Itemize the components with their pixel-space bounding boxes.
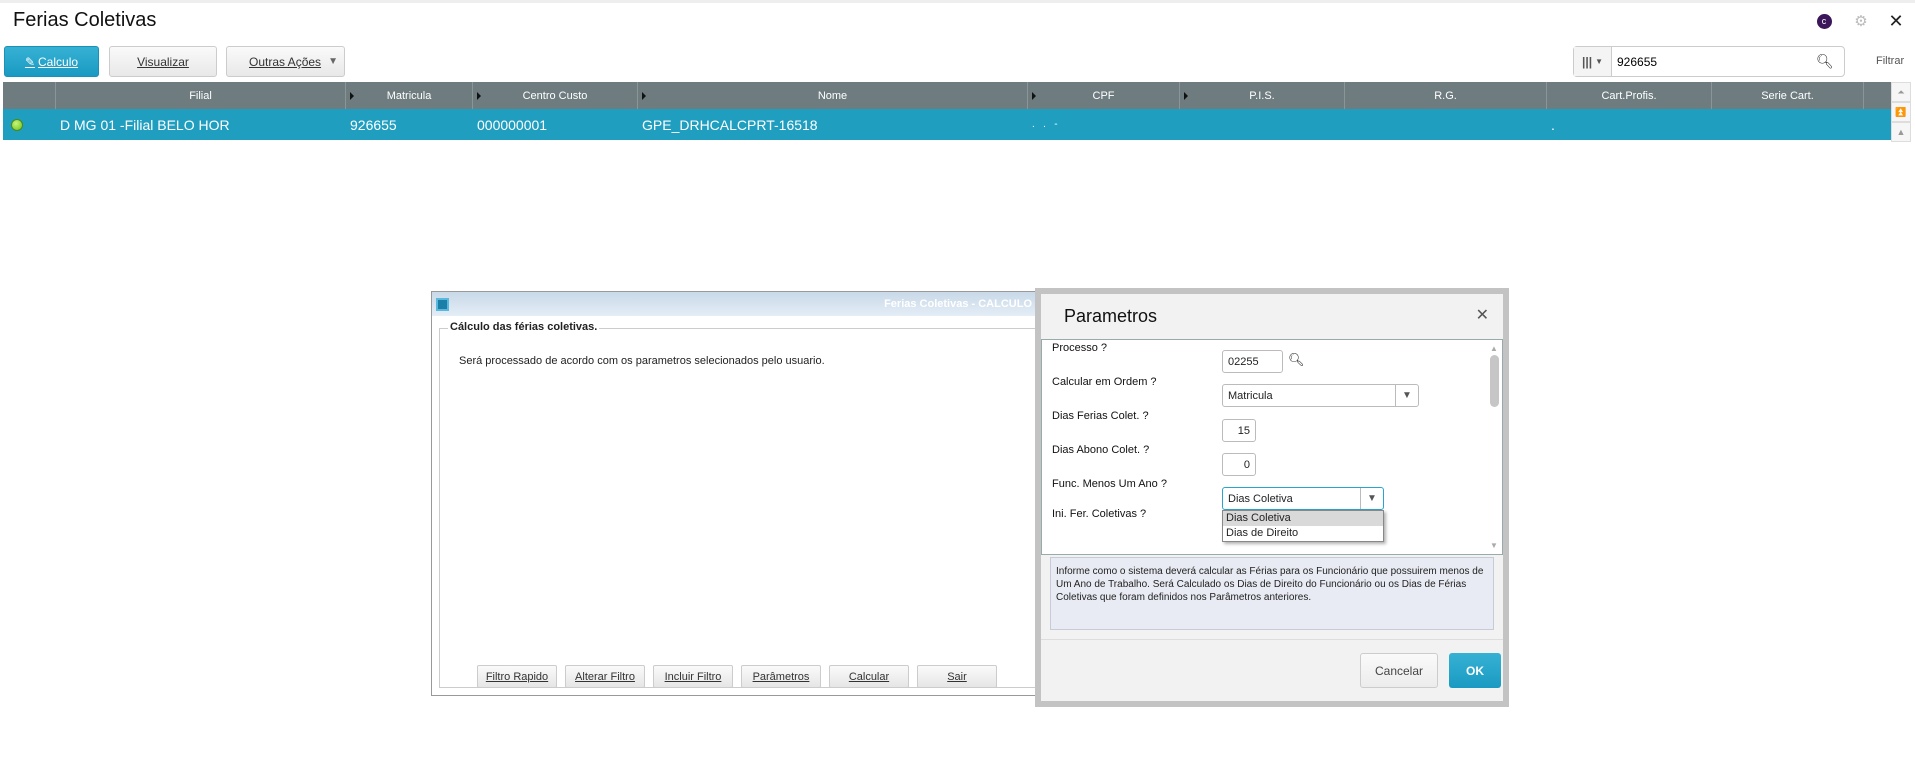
visualizar-button[interactable]: Visualizar xyxy=(109,46,217,77)
filtrar-link[interactable]: Filtrar xyxy=(1876,55,1904,67)
status-icon xyxy=(6,109,46,140)
select-value: Dias Coletiva xyxy=(1228,492,1293,505)
calc-message: Será processado de acordo com os paramet… xyxy=(459,355,825,367)
pencil-icon: ✎ xyxy=(24,54,36,69)
col-label: Centro Custo xyxy=(522,89,588,102)
parametros-dialog: Parametros ✕ Processo ? 02255 🔍︎ Calcular… xyxy=(1035,288,1509,707)
sort-icon xyxy=(1184,92,1188,100)
cell-cpf: . . - xyxy=(1032,119,1058,130)
close-icon[interactable]: ✕ xyxy=(1476,305,1489,325)
cancel-button[interactable]: Cancelar xyxy=(1360,653,1438,688)
col-label: Matricula xyxy=(386,89,432,102)
cell-nome: GPE_DRHCALCPRT-16518 xyxy=(642,116,818,133)
calc-titlebar: Ferias Coletivas - CALCULO xyxy=(432,292,1036,316)
option-dias-de-direito[interactable]: Dias de Direito xyxy=(1223,526,1383,541)
dias-ferias-input[interactable]: 15 xyxy=(1222,419,1256,442)
help-text: Informe como o sistema deverá calcular a… xyxy=(1050,557,1494,630)
close-icon[interactable]: ✕ xyxy=(1887,11,1905,31)
params-form: Processo ? 02255 🔍︎ Calcular em Ordem ? … xyxy=(1041,339,1503,555)
scroll-thumb[interactable] xyxy=(1489,355,1499,407)
incluir-filtro-button[interactable]: Incluir Filtro xyxy=(653,665,733,688)
chevron-down-icon: ▼ xyxy=(328,56,338,67)
columns-selector[interactable]: ||| ▼ xyxy=(1574,47,1612,76)
col-empty xyxy=(1863,82,1891,109)
calculo-button[interactable]: ✎ Calculo xyxy=(4,46,99,77)
grid-scrollbar[interactable]: ⏶ ⏫ ▲ xyxy=(1891,82,1911,144)
filtro-rapido-button[interactable]: Filtro Rapido xyxy=(477,665,557,688)
gear-icon[interactable]: ⚙ xyxy=(1852,12,1870,30)
dropdown-list: Dias Coletiva Dias de Direito xyxy=(1222,510,1384,542)
user-avatar-icon[interactable]: c xyxy=(1815,12,1833,30)
group-label: Cálculo das férias coletivas. xyxy=(448,321,600,333)
dialog-title: Parametros xyxy=(1064,305,1158,326)
window-icon xyxy=(436,297,449,311)
col-label: Serie Cart. xyxy=(1761,89,1814,102)
col-cpf[interactable]: CPF xyxy=(1027,82,1179,109)
chevron-down-icon: ▼ xyxy=(1360,488,1383,509)
func-menos-um-ano-select[interactable]: Dias Coletiva ▼ xyxy=(1222,487,1384,510)
ok-button[interactable]: OK xyxy=(1449,653,1501,688)
field-label: Dias Ferias Colet. ? xyxy=(1052,410,1149,422)
col-rg[interactable]: R.G. xyxy=(1344,82,1546,109)
parametros-button[interactable]: Parâmetros xyxy=(741,665,821,688)
field-label: Processo ? xyxy=(1052,342,1108,354)
ordem-select[interactable]: Matricula ▼ xyxy=(1222,384,1419,407)
col-label: CPF xyxy=(1092,89,1115,102)
col-label: Cart.Profis. xyxy=(1601,89,1657,102)
col-label: Filial xyxy=(189,89,212,102)
col-matricula[interactable]: Matricula xyxy=(345,82,472,109)
processo-input[interactable]: 02255 xyxy=(1222,350,1283,373)
cell-matricula: 926655 xyxy=(350,116,397,133)
select-value: Matricula xyxy=(1228,389,1273,402)
form-scrollbar[interactable]: ▲ ▼ xyxy=(1488,344,1500,550)
alterar-filtro-button[interactable]: Alterar Filtro xyxy=(565,665,645,688)
cell-cart-profis: . xyxy=(1551,116,1555,133)
footer-divider xyxy=(1041,639,1503,640)
option-dias-coletiva[interactable]: Dias Coletiva xyxy=(1223,511,1383,526)
sort-icon xyxy=(1032,92,1036,100)
scroll-up-icon[interactable]: ▲ xyxy=(1891,122,1911,142)
field-label: Ini. Fer. Coletivas ? xyxy=(1052,508,1147,520)
page-title: Ferias Coletivas xyxy=(13,9,157,31)
scroll-page-up-icon[interactable]: ⏫ xyxy=(1891,102,1911,122)
cell-filial: D MG 01 -Filial BELO HOR xyxy=(60,116,230,133)
calculo-label: Calculo xyxy=(38,54,79,69)
dias-abono-input[interactable]: 0 xyxy=(1222,453,1256,476)
sort-icon xyxy=(477,92,481,100)
search-icon[interactable]: 🔍︎ xyxy=(1816,53,1844,70)
col-pis[interactable]: P.I.S. xyxy=(1179,82,1344,109)
search-icon[interactable]: 🔍︎ xyxy=(1288,352,1305,368)
col-serie-cart[interactable]: Serie Cart. xyxy=(1711,82,1863,109)
calc-title: Ferias Coletivas - CALCULO xyxy=(884,298,1032,310)
scroll-up-icon[interactable]: ▲ xyxy=(1488,344,1500,353)
sort-icon xyxy=(642,92,646,100)
scroll-down-icon[interactable]: ▼ xyxy=(1488,541,1500,550)
table-row[interactable]: D MG 01 -Filial BELO HOR 926655 00000000… xyxy=(3,109,1891,140)
chevron-down-icon: ▼ xyxy=(1395,385,1418,406)
grid-header: Filial Matricula Centro Custo Nome CPF P… xyxy=(3,82,1891,109)
search-input[interactable] xyxy=(1612,54,1816,69)
outras-acoes-label: Outras Ações xyxy=(249,54,322,69)
field-label: Calcular em Ordem ? xyxy=(1052,376,1157,388)
col-centro-custo[interactable]: Centro Custo xyxy=(472,82,637,109)
col-label: R.G. xyxy=(1434,89,1457,102)
scroll-top-icon[interactable]: ⏶ xyxy=(1891,82,1911,102)
cell-centro-custo: 000000001 xyxy=(477,116,548,133)
sort-icon xyxy=(350,92,354,100)
col-nome[interactable]: Nome xyxy=(637,82,1027,109)
col-cart-profis[interactable]: Cart.Profis. xyxy=(1546,82,1711,109)
field-label: Dias Abono Colet. ? xyxy=(1052,444,1150,456)
calc-group: Cálculo das férias coletivas. Será proce… xyxy=(439,321,1039,688)
top-strip xyxy=(0,0,1915,3)
outras-acoes-button[interactable]: Outras Ações ▼ xyxy=(226,46,345,77)
calcular-button[interactable]: Calcular xyxy=(829,665,909,688)
search-box: |||▼ 🔍︎ xyxy=(1573,46,1845,77)
col-label: Nome xyxy=(817,89,848,102)
col-filial[interactable]: Filial xyxy=(55,82,345,109)
field-label: Func. Menos Um Ano ? xyxy=(1052,478,1167,490)
col-label: P.I.S. xyxy=(1249,89,1275,102)
calc-window: Ferias Coletivas - CALCULO Cálculo das f… xyxy=(431,291,1039,696)
dialog-header: Parametros ✕ xyxy=(1041,294,1503,338)
sair-button[interactable]: Sair xyxy=(917,665,997,688)
